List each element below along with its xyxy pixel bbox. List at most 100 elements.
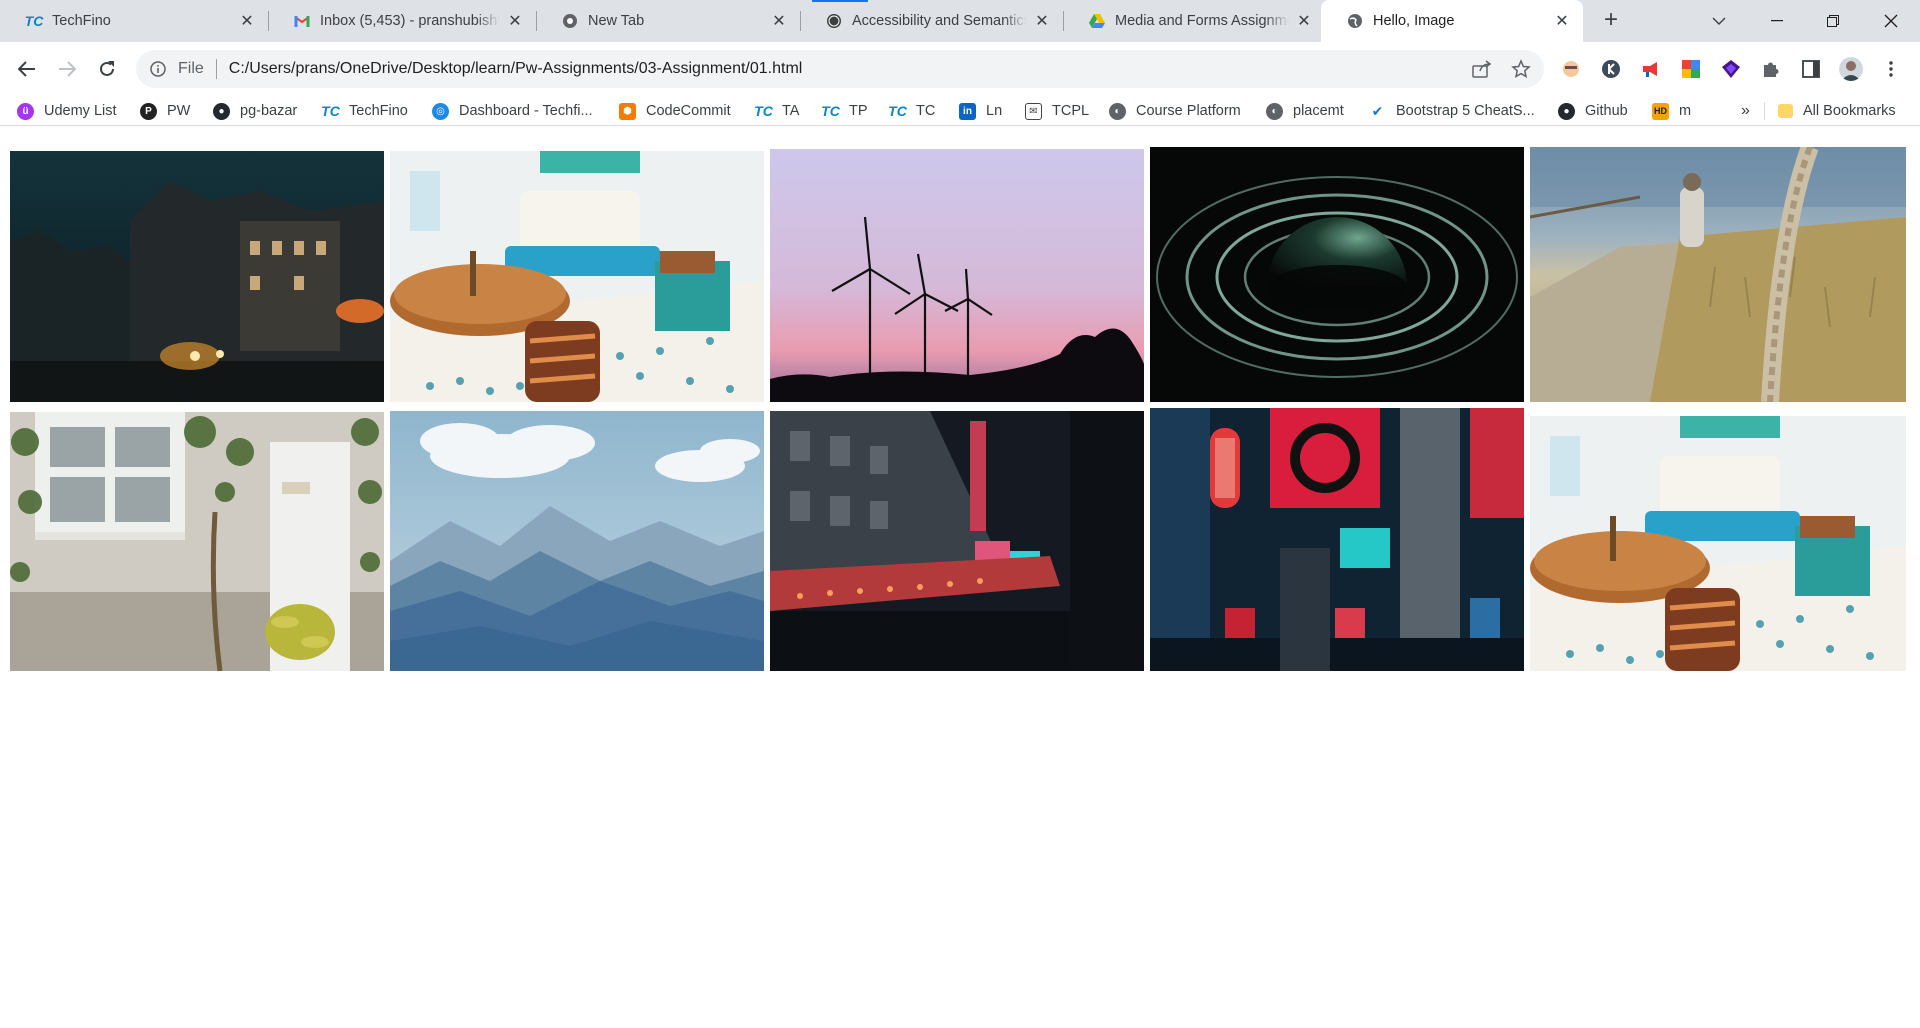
tab-title: Accessibility and Semantics <box>852 13 1027 29</box>
bootstrap-icon: ✔ <box>1371 102 1384 119</box>
bookmark-label: Udemy List <box>44 103 117 119</box>
tab-title: TechFino <box>52 13 232 29</box>
techfino-icon: TC <box>321 103 340 119</box>
avatar[interactable] <box>1839 57 1863 81</box>
bookmark-m[interactable]: HD m <box>1652 101 1691 121</box>
bookmark-label: Bootstrap 5 CheatS... <box>1396 103 1535 119</box>
forward-button[interactable] <box>53 55 81 83</box>
bookmark-tc[interactable]: TC TC <box>888 101 935 121</box>
close-icon[interactable]: ✕ <box>1553 12 1571 30</box>
restore-button[interactable] <box>1810 0 1856 42</box>
github-icon: ● <box>1558 102 1575 120</box>
bookmark-label: Course Platform <box>1136 103 1241 119</box>
extension-colorful-icon[interactable] <box>1679 57 1703 81</box>
close-icon[interactable]: ✕ <box>770 12 788 30</box>
extension-face-icon[interactable] <box>1559 57 1583 81</box>
codecommit-icon: ⬢ <box>619 102 636 120</box>
bookmark-label: placemt <box>1293 103 1344 119</box>
new-tab-button[interactable]: + <box>1598 8 1624 34</box>
bookmark-label: pg-bazar <box>240 103 298 119</box>
close-window-button[interactable] <box>1868 0 1914 42</box>
browser-toolbar: File C:/Users/prans/OneDrive/Desktop/lea… <box>0 42 1920 96</box>
back-button[interactable] <box>13 55 41 83</box>
close-icon[interactable]: ✕ <box>1295 12 1313 30</box>
close-icon[interactable]: ✕ <box>506 12 524 30</box>
techfino-icon: TC <box>821 103 840 119</box>
bookmark-label: TP <box>849 103 868 119</box>
bookmark-ln[interactable]: in Ln <box>959 101 1002 121</box>
tab-title: Hello, Image <box>1373 13 1455 29</box>
address-bar[interactable]: File C:/Users/prans/OneDrive/Desktop/lea… <box>136 50 1544 88</box>
bookmarks-overflow-button[interactable]: » <box>1741 101 1750 121</box>
coastal-path-photo <box>1530 147 1906 402</box>
side-panel-icon[interactable] <box>1799 57 1823 81</box>
menu-kebab-icon[interactable] <box>1879 57 1903 81</box>
bookmark-label: TA <box>782 103 800 119</box>
chrome-icon <box>562 13 578 29</box>
info-icon[interactable] <box>150 61 168 77</box>
tab-techfino[interactable]: TC TechFino ✕ <box>0 0 268 42</box>
dark-sphere-rings-photo <box>1150 147 1524 402</box>
google-drive-icon <box>1089 13 1105 29</box>
share-icon[interactable] <box>1472 59 1492 79</box>
pw-icon: P <box>140 102 157 120</box>
close-icon[interactable]: ✕ <box>238 12 256 30</box>
tab-title: New Tab <box>588 13 764 29</box>
udemy-icon: ü <box>17 102 34 120</box>
bookmark-label: PW <box>167 103 191 119</box>
bookmark-udemy-list[interactable]: ü Udemy List <box>17 101 117 121</box>
tab-new-tab[interactable]: New Tab ✕ <box>536 0 800 42</box>
extension-megaphone-icon[interactable] <box>1639 57 1663 81</box>
neon-street-photo <box>770 411 1144 671</box>
extension-diamond-icon[interactable] <box>1719 57 1743 81</box>
tokyo-neon-alley-photo <box>1150 408 1524 671</box>
bookmark-pw[interactable]: P PW <box>140 101 190 121</box>
bookmark-placemt[interactable]: ◐ placemt <box>1266 101 1344 121</box>
globe-icon: ◐ <box>1266 102 1283 120</box>
bookmark-pg-bazar[interactable]: ● pg-bazar <box>213 101 297 121</box>
folder-icon <box>1778 104 1793 118</box>
all-bookmarks-folder[interactable]: All Bookmarks <box>1778 101 1896 121</box>
reload-button[interactable] <box>93 55 121 83</box>
tab-gmail[interactable]: Inbox (5,453) - pranshubisht ✕ <box>268 0 536 42</box>
blue-mountains-photo <box>390 411 764 671</box>
extension-k-icon[interactable] <box>1599 57 1623 81</box>
globe-icon: ◐ <box>1109 102 1126 120</box>
tab-hello-image[interactable]: Hello, Image ✕ <box>1321 0 1583 42</box>
bookmark-github[interactable]: ● Github <box>1558 101 1628 121</box>
gmail-icon <box>294 13 310 29</box>
bookmark-course-platform[interactable]: ◐ Course Platform <box>1109 101 1241 121</box>
bookmark-techfino[interactable]: TC TechFino <box>321 101 408 121</box>
linkedin-icon: in <box>959 102 976 120</box>
minimize-button[interactable] <box>1754 0 1800 42</box>
dashboard-icon: ◎ <box>432 102 449 120</box>
mail-icon: ✉ <box>1025 102 1042 120</box>
tab-title: Inbox (5,453) - pranshubisht <box>320 13 500 29</box>
hd-icon: HD <box>1652 102 1669 120</box>
tab-search-button[interactable] <box>1696 0 1742 42</box>
bookmark-codecommit[interactable]: ⬢ CodeCommit <box>619 101 731 121</box>
tab-accessibility[interactable]: Accessibility and Semantics ✕ <box>800 0 1063 42</box>
close-icon[interactable]: ✕ <box>1033 12 1051 30</box>
living-room-photo <box>390 151 764 402</box>
url-text[interactable]: C:/Users/prans/OneDrive/Desktop/learn/Pw… <box>229 60 1544 78</box>
bookmark-bootstrap[interactable]: ✔ Bootstrap 5 CheatS... <box>1369 101 1535 121</box>
bookmark-dashboard[interactable]: ◎ Dashboard - Techfi... <box>432 101 593 121</box>
bookmark-label: Dashboard - Techfi... <box>459 103 593 119</box>
bookmark-star-icon[interactable] <box>1511 59 1531 79</box>
bookmark-tcpl[interactable]: ✉ TCPL <box>1025 101 1089 121</box>
bookmark-ta[interactable]: TC TA <box>754 101 800 121</box>
extensions-puzzle-icon[interactable] <box>1759 57 1783 81</box>
techfino-icon: TC <box>888 103 907 119</box>
tab-strip: TC TechFino ✕ Inbox (5,453) - pranshubis… <box>0 0 1920 42</box>
bookmark-tp[interactable]: TC TP <box>821 101 868 121</box>
bookmarks-bar: ü Udemy List P PW ● pg-bazar TC TechFino ◎ Da… <box>0 96 1920 126</box>
tab-media-forms[interactable]: Media and Forms Assignment ✕ <box>1063 0 1325 42</box>
tab-title: Media and Forms Assignment <box>1115 13 1289 29</box>
living-room-photo-2 <box>1530 416 1906 671</box>
techfino-icon: TC <box>754 103 773 119</box>
bookmark-label: Ln <box>986 103 1003 119</box>
white-door-ivy-photo <box>10 412 384 671</box>
github-icon: ● <box>213 102 230 120</box>
wind-turbines-photo <box>770 149 1144 402</box>
